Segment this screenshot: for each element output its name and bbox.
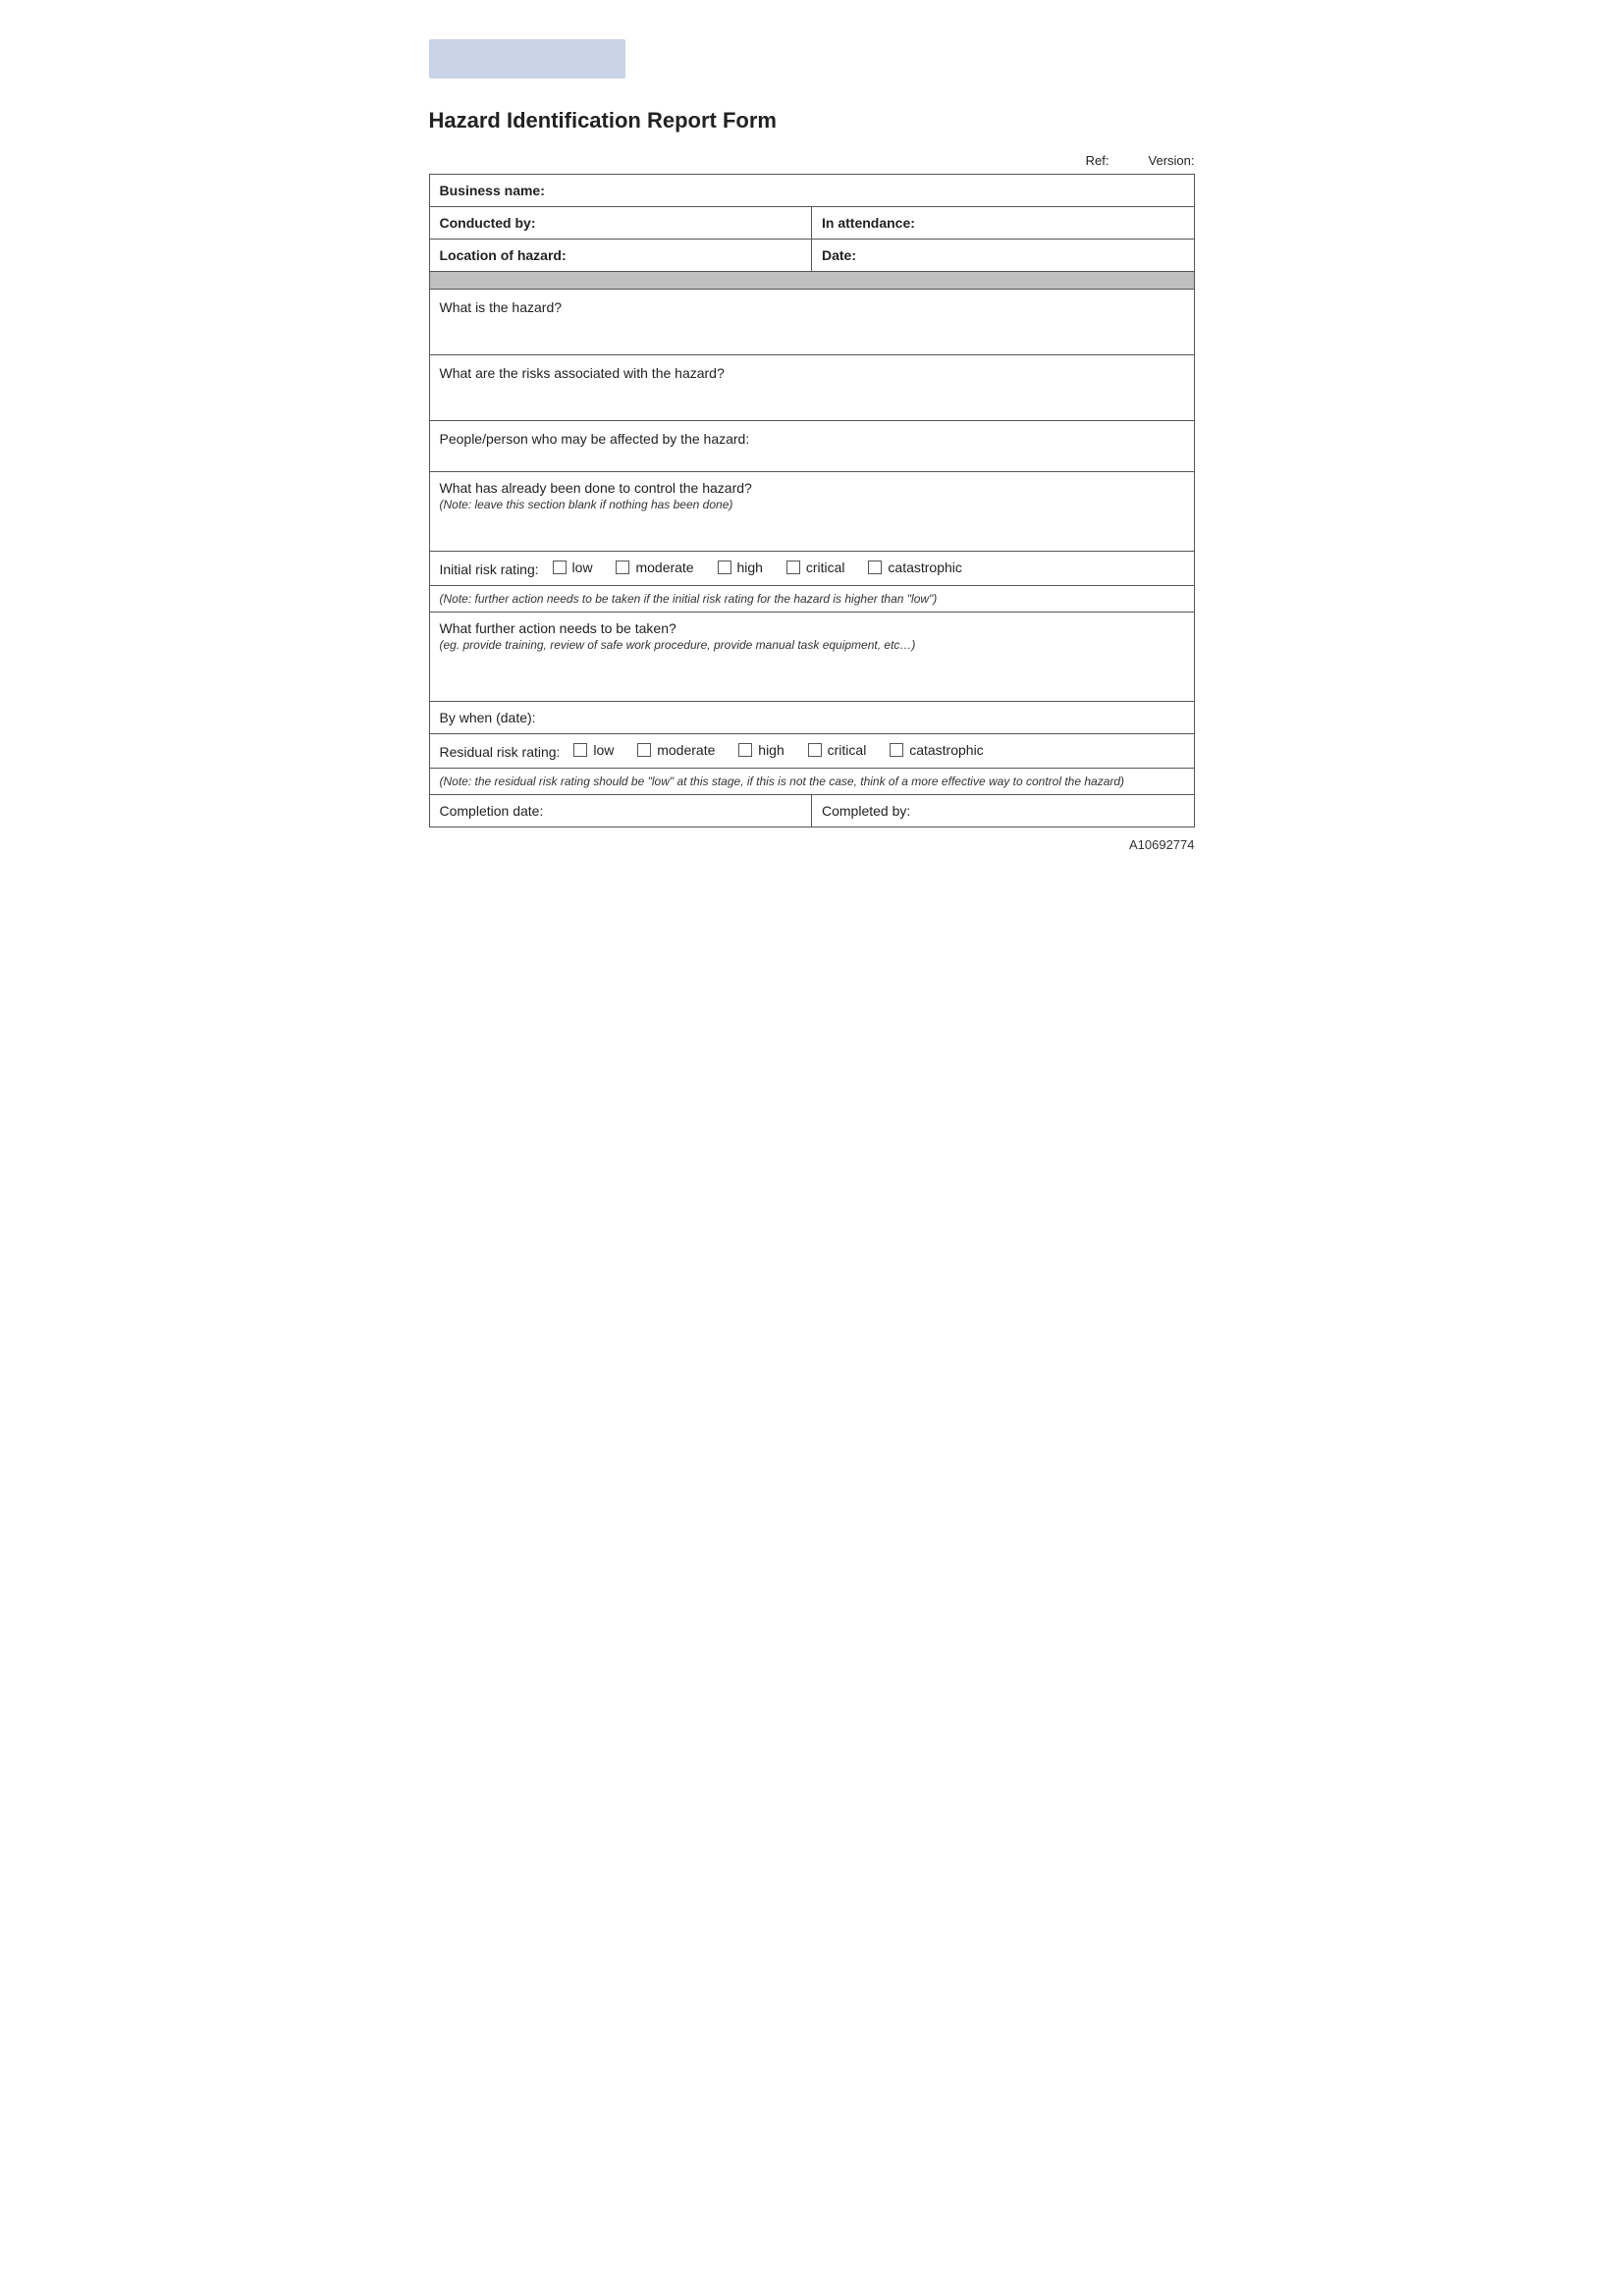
version-label: Version:: [1149, 153, 1195, 168]
business-name-label: Business name:: [440, 183, 545, 198]
business-name-row: Business name:: [429, 175, 1194, 207]
label-low-residual: low: [593, 742, 614, 758]
checkbox-low-residual[interactable]: low: [573, 742, 614, 758]
checkbox-box-critical-residual[interactable]: [808, 743, 822, 757]
date-cell: Date:: [812, 240, 1195, 272]
checkbox-box-moderate-initial[interactable]: [616, 561, 629, 574]
residual-risk-cell: Residual risk rating: low moderate high …: [429, 734, 1194, 769]
by-when-cell: By when (date):: [429, 702, 1194, 734]
checkbox-catastrophic-initial[interactable]: catastrophic: [868, 560, 961, 575]
residual-note-cell: (Note: the residual risk rating should b…: [429, 769, 1194, 795]
checkbox-catastrophic-residual[interactable]: catastrophic: [890, 742, 983, 758]
completed-by-cell: Completed by:: [812, 795, 1195, 828]
label-critical-initial: critical: [806, 560, 845, 575]
checkbox-box-low-initial[interactable]: [553, 561, 567, 574]
residual-risk-label: Residual risk rating:: [440, 744, 561, 760]
residual-note-text: (Note: the residual risk rating should b…: [440, 774, 1125, 788]
date-label: Date:: [822, 247, 856, 263]
completion-date-cell: Completion date:: [429, 795, 812, 828]
checkbox-moderate-initial[interactable]: moderate: [616, 560, 693, 575]
label-high-residual: high: [758, 742, 784, 758]
initial-risk-label: Initial risk rating:: [440, 561, 539, 577]
q2-cell: What are the risks associated with the h…: [429, 355, 1194, 421]
checkbox-critical-residual[interactable]: critical: [808, 742, 867, 758]
further-action-label: What further action needs to be taken?: [440, 620, 676, 636]
location-cell: Location of hazard:: [429, 240, 812, 272]
q4-note-text: (Note: leave this section blank if nothi…: [440, 498, 733, 511]
q4-row: What has already been done to control th…: [429, 472, 1194, 552]
further-action-subtext: (eg. provide training, review of safe wo…: [440, 638, 1184, 652]
q3-text: People/person who may be affected by the…: [440, 431, 750, 447]
q2-row: What are the risks associated with the h…: [429, 355, 1194, 421]
location-date-row: Location of hazard: Date:: [429, 240, 1194, 272]
residual-note-row: (Note: the residual risk rating should b…: [429, 769, 1194, 795]
q1-cell: What is the hazard?: [429, 290, 1194, 355]
section-divider-row: [429, 272, 1194, 290]
conducted-by-cell: Conducted by:: [429, 207, 812, 240]
footer-ref-number: A10692774: [1129, 837, 1195, 852]
further-action-row: What further action needs to be taken? (…: [429, 613, 1194, 702]
checkbox-box-catastrophic-initial[interactable]: [868, 561, 882, 574]
label-critical-residual: critical: [828, 742, 867, 758]
initial-note-text: (Note: further action needs to be taken …: [440, 592, 938, 606]
page-title: Hazard Identification Report Form: [429, 108, 1195, 133]
checkbox-high-initial[interactable]: high: [718, 560, 763, 575]
label-high-initial: high: [737, 560, 763, 575]
q1-text: What is the hazard?: [440, 299, 563, 315]
checkbox-box-moderate-residual[interactable]: [637, 743, 651, 757]
label-low-initial: low: [572, 560, 593, 575]
checkbox-box-catastrophic-residual[interactable]: [890, 743, 903, 757]
initial-risk-cell: Initial risk rating: low moderate high c…: [429, 552, 1194, 586]
in-attendance-cell: In attendance:: [812, 207, 1195, 240]
initial-note-row: (Note: further action needs to be taken …: [429, 586, 1194, 613]
checkbox-low-initial[interactable]: low: [553, 560, 593, 575]
completed-by-label: Completed by:: [822, 803, 910, 819]
label-moderate-residual: moderate: [657, 742, 715, 758]
checkbox-box-high-residual[interactable]: [738, 743, 752, 757]
initial-note-cell: (Note: further action needs to be taken …: [429, 586, 1194, 613]
conducted-row: Conducted by: In attendance:: [429, 207, 1194, 240]
in-attendance-label: In attendance:: [822, 215, 915, 231]
q3-row: People/person who may be affected by the…: [429, 421, 1194, 472]
further-action-cell: What further action needs to be taken? (…: [429, 613, 1194, 702]
footer-ref: A10692774: [429, 837, 1195, 852]
main-form-table: Business name: Conducted by: In attendan…: [429, 174, 1195, 828]
by-when-row: By when (date):: [429, 702, 1194, 734]
section-header-cell: [429, 272, 1194, 290]
checkbox-box-high-initial[interactable]: [718, 561, 731, 574]
completion-date-label: Completion date:: [440, 803, 544, 819]
q3-cell: People/person who may be affected by the…: [429, 421, 1194, 472]
location-label: Location of hazard:: [440, 247, 567, 263]
checkbox-critical-initial[interactable]: critical: [786, 560, 845, 575]
checkbox-box-low-residual[interactable]: [573, 743, 587, 757]
checkbox-moderate-residual[interactable]: moderate: [637, 742, 715, 758]
by-when-label: By when (date):: [440, 710, 536, 725]
business-name-cell: Business name:: [429, 175, 1194, 207]
q2-text: What are the risks associated with the h…: [440, 365, 725, 381]
conducted-by-label: Conducted by:: [440, 215, 536, 231]
checkbox-box-critical-initial[interactable]: [786, 561, 800, 574]
q4-main-text: What has already been done to control th…: [440, 480, 752, 496]
completion-row: Completion date: Completed by:: [429, 795, 1194, 828]
label-moderate-initial: moderate: [635, 560, 693, 575]
checkbox-high-residual[interactable]: high: [738, 742, 784, 758]
label-catastrophic-residual: catastrophic: [909, 742, 983, 758]
logo-placeholder: [429, 39, 625, 79]
initial-risk-row: Initial risk rating: low moderate high c…: [429, 552, 1194, 586]
q1-row: What is the hazard?: [429, 290, 1194, 355]
q4-cell: What has already been done to control th…: [429, 472, 1194, 552]
label-catastrophic-initial: catastrophic: [888, 560, 961, 575]
residual-risk-row: Residual risk rating: low moderate high …: [429, 734, 1194, 769]
ref-label: Ref:: [1086, 153, 1109, 168]
